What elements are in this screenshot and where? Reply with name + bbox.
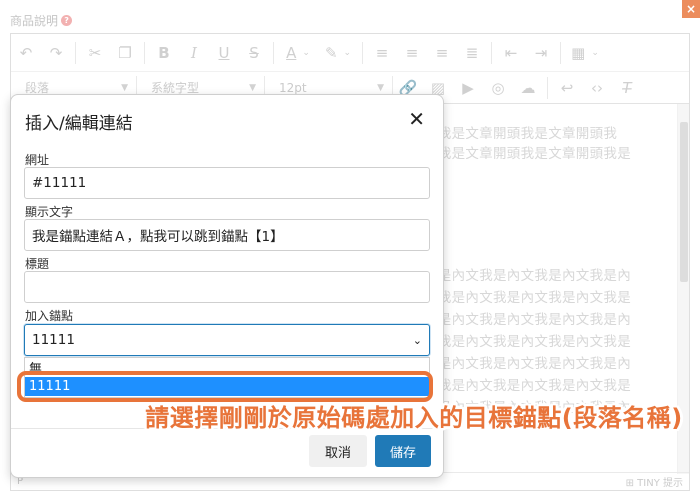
close-icon[interactable]: ✕ [408, 107, 425, 131]
display-text-label: 顯示文字 [25, 205, 74, 219]
annotation-caption: 請選擇剛剛於原始碼處加入的目標錨點(段落名稱) [145, 404, 683, 432]
url-input[interactable]: #11111 [24, 167, 430, 199]
anchor-label: 加入錨點 [25, 309, 74, 323]
anchor-select[interactable]: 11111 ⌄ [24, 324, 430, 356]
save-button[interactable]: 儲存 [375, 435, 431, 467]
url-label: 網址 [25, 153, 50, 167]
title-label: 標題 [25, 257, 50, 271]
anchor-select-value: 11111 [32, 332, 75, 348]
title-input[interactable] [24, 271, 430, 303]
dialog-title: 插入/編輯連結 [25, 114, 133, 134]
cancel-button[interactable]: 取消 [309, 435, 367, 467]
chevron-down-icon: ⌄ [412, 333, 422, 347]
display-text-input[interactable]: 我是錨點連結Ａ，點我可以跳到錨點【1】 [24, 219, 430, 251]
page: 商品說明 ? × ↶ ↷ ✂ ❐ B I U S A ⌄ ✎ ⌄ ≡ ≡ ≡ ≣ ⇤… [0, 0, 700, 500]
